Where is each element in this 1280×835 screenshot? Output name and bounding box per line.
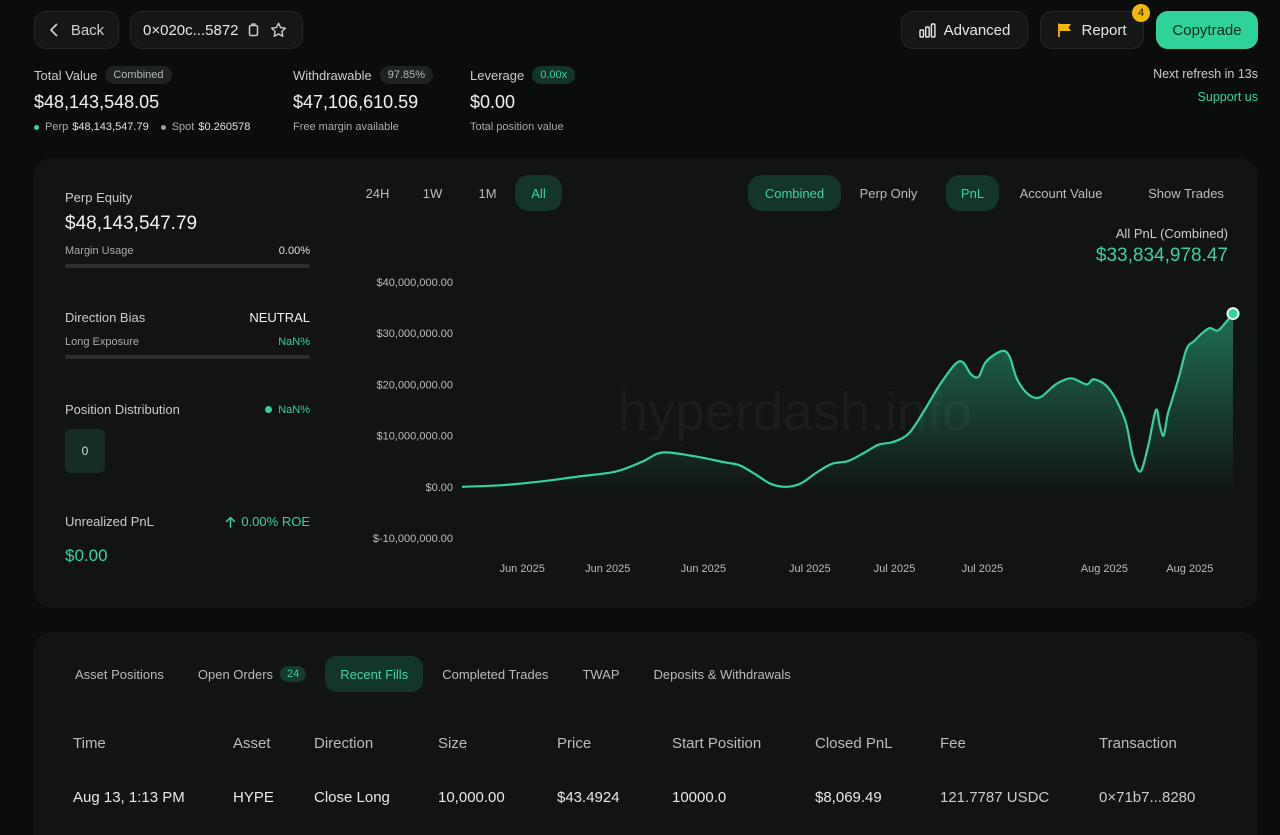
cell-price: $43.4924 [557, 789, 620, 806]
tab-label: Completed Trades [442, 666, 549, 682]
activity-tabs: Asset Positions Open Orders 24 Recent Fi… [60, 656, 806, 692]
x-tick-label: Aug 2025 [1081, 563, 1128, 575]
tab-open-orders[interactable]: Open Orders 24 [183, 656, 321, 692]
x-tick-label: Jul 2025 [789, 563, 831, 575]
y-tick-label: $40,000,000.00 [377, 277, 453, 289]
x-tick-label: Jun 2025 [681, 563, 726, 575]
cell-size: 10,000.00 [438, 789, 505, 806]
column-header-closed-pnl[interactable]: Closed PnL [815, 735, 893, 752]
x-tick-label: Aug 2025 [1166, 563, 1213, 575]
tab-recent-fills[interactable]: Recent Fills [325, 656, 424, 692]
open-orders-badge: 24 [280, 666, 307, 682]
cell-closed-pnl: $8,069.49 [815, 789, 882, 806]
tab-asset-positions[interactable]: Asset Positions [60, 656, 179, 692]
column-header-price[interactable]: Price [557, 735, 591, 752]
cell-start-position: 10000.0 [672, 789, 727, 806]
y-tick-label: $20,000,000.00 [377, 379, 453, 391]
y-tick-label: $10,000,000.00 [377, 431, 453, 443]
tab-label: Asset Positions [75, 666, 164, 682]
tab-twap[interactable]: TWAP [567, 656, 634, 692]
column-header-transaction[interactable]: Transaction [1099, 735, 1177, 752]
y-tick-label: $-10,000,000.00 [373, 533, 453, 545]
x-tick-label: Jul 2025 [874, 563, 916, 575]
tab-label: Deposits & Withdrawals [653, 666, 791, 682]
x-axis-ticks: Jun 2025 Jun 2025 Jun 2025 Jul 2025 Jul 2025… [500, 563, 1214, 575]
y-tick-label: $0.00 [425, 482, 453, 494]
tab-label: TWAP [582, 666, 620, 682]
x-tick-label: Jun 2025 [500, 563, 545, 575]
tab-label: Recent Fills [340, 666, 409, 682]
cell-fee: 121.7787 USDC [940, 789, 1050, 806]
tab-completed-trades[interactable]: Completed Trades [427, 656, 563, 692]
tab-deposits-withdrawals[interactable]: Deposits & Withdrawals [639, 656, 806, 692]
y-axis-ticks: $40,000,000.00 $30,000,000.00 $20,000,000.… [373, 277, 453, 545]
pnl-last-point[interactable] [1226, 307, 1240, 321]
y-tick-label: $30,000,000.00 [377, 328, 453, 340]
column-header-fee[interactable]: Fee [940, 735, 966, 752]
column-header-direction[interactable]: Direction [314, 735, 373, 752]
column-header-time[interactable]: Time [73, 735, 106, 752]
tab-label: Open Orders [197, 666, 274, 682]
cell-direction: Close Long [314, 789, 390, 806]
cell-transaction[interactable]: 0×71b7...8280 [1099, 789, 1195, 806]
column-header-start-position[interactable]: Start Position [672, 735, 761, 752]
column-header-asset[interactable]: Asset [233, 735, 271, 752]
cell-asset[interactable]: HYPE [233, 789, 274, 806]
cell-time: Aug 13, 1:13 PM [73, 789, 185, 806]
x-tick-label: Jul 2025 [962, 563, 1004, 575]
x-tick-label: Jun 2025 [585, 563, 630, 575]
column-header-size[interactable]: Size [438, 735, 467, 752]
